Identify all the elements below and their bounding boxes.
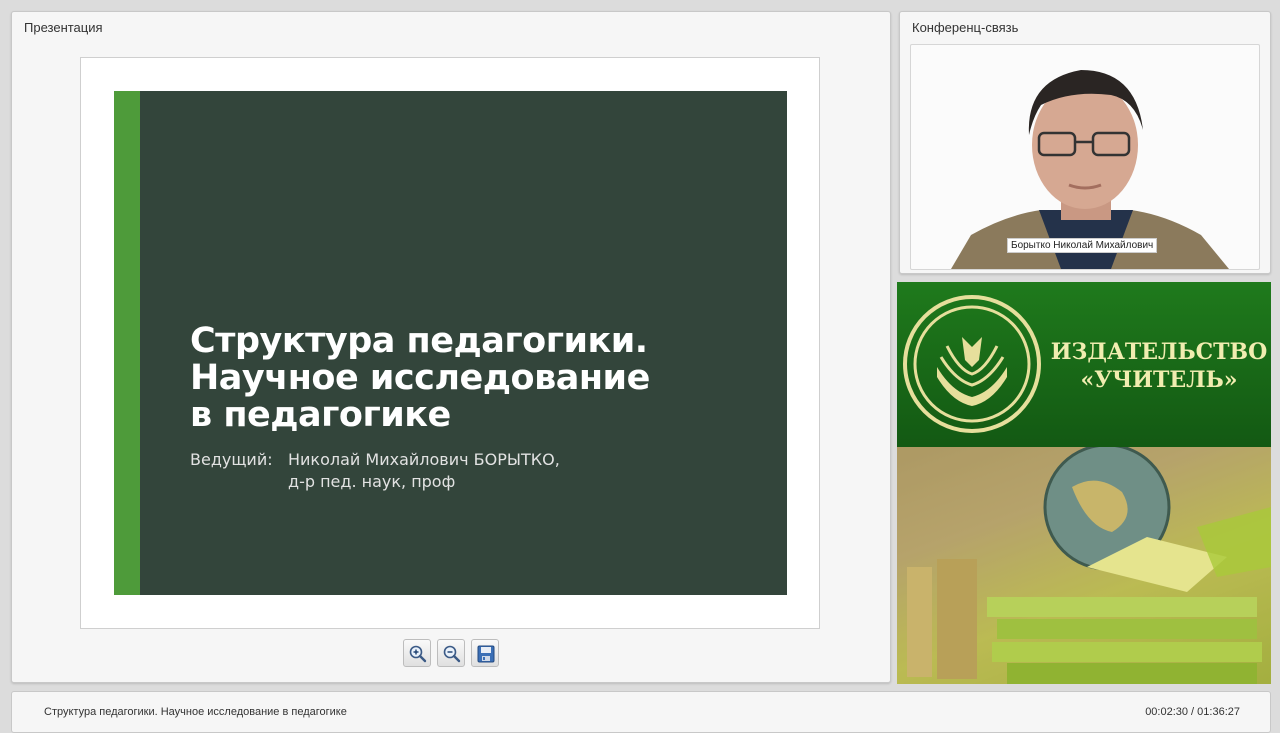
- save-icon: [477, 645, 495, 663]
- playback-time: 00:02:30 / 01:36:27: [1145, 706, 1240, 718]
- participant-name-tag: Борытко Николай Михайлович: [1007, 238, 1158, 253]
- conference-panel-title: Конференц-связь: [912, 20, 1019, 35]
- presentation-panel-title: Презентация: [24, 20, 103, 35]
- save-button[interactable]: [471, 639, 499, 667]
- publisher-name-line-2: «УЧИТЕЛЬ»: [1080, 367, 1238, 393]
- book-tulip-logo-icon: [903, 295, 1041, 433]
- slide-frame: Структура педагогики. Научное исследован…: [80, 57, 820, 629]
- status-bar-title: Структура педагогики. Научное исследован…: [44, 706, 347, 718]
- zoom-in-icon: [409, 645, 427, 663]
- zoom-out-button[interactable]: [437, 639, 465, 667]
- publisher-banner: ИЗДАТЕЛЬСТВО «УЧИТЕЛЬ»: [897, 282, 1271, 447]
- participant-video-image: [951, 70, 1229, 269]
- slide-title-line-3: в педагогике: [190, 395, 451, 435]
- presentation-panel: Презентация Структура педагогики. Научно…: [11, 11, 891, 683]
- publisher-name-line-1: ИЗДАТЕЛЬСТВО: [1050, 339, 1268, 365]
- conference-panel: Конференц-связь Борытко Николай Михайлов…: [899, 11, 1271, 274]
- slide-accent-bar: [114, 91, 140, 595]
- slide-title: Структура педагогики. Научное исследован…: [190, 323, 750, 434]
- presenter-name: Николай Михайлович БОРЫТКО,: [288, 450, 560, 469]
- publisher-name: ИЗДАТЕЛЬСТВО «УЧИТЕЛЬ»: [1049, 338, 1269, 394]
- zoom-out-icon: [443, 645, 461, 663]
- slide-title-line-1: Структура педагогики.: [190, 321, 648, 361]
- slide: Структура педагогики. Научное исследован…: [114, 91, 787, 595]
- video-feed: Борытко Николай Михайлович: [910, 44, 1260, 270]
- books-globe-illustration: [897, 447, 1271, 684]
- presenter-credentials: д-р пед. наук, проф: [288, 472, 456, 491]
- slide-title-line-2: Научное исследование: [190, 358, 650, 398]
- publisher-books-image: [897, 447, 1271, 684]
- status-bar: Структура педагогики. Научное исследован…: [11, 691, 1271, 733]
- presenter-label: Ведущий:: [190, 450, 273, 469]
- zoom-in-button[interactable]: [403, 639, 431, 667]
